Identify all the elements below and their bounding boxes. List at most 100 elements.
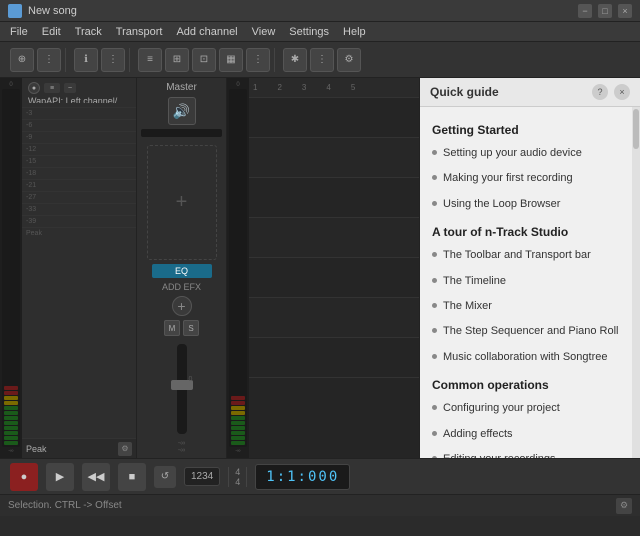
section-getting-started: Getting Started <box>432 123 620 137</box>
time-sig-num: 4 <box>235 467 240 477</box>
track-labels: ● ≡ ~ WapAPI: Left channel/WackPl... -3 … <box>22 78 137 458</box>
bullet-recording <box>432 175 437 180</box>
maximize-button[interactable]: □ <box>598 4 612 18</box>
stop-button[interactable]: ■ <box>118 463 146 491</box>
toolbar-group-3: ≡ ⊞ ⊡ ▦ ⋮ <box>134 48 275 72</box>
bullet-loop <box>432 201 437 206</box>
window-title: New song <box>28 5 77 17</box>
guide-item-mixer[interactable]: The Mixer <box>432 294 620 319</box>
guide-item-toolbar[interactable]: The Toolbar and Transport bar <box>432 243 620 268</box>
close-button[interactable]: × <box>618 4 632 18</box>
record-button[interactable]: ● <box>10 463 38 491</box>
loop-button[interactable]: ↺ <box>154 466 176 488</box>
guide-item-editing[interactable]: Editing your recordings <box>432 447 620 458</box>
zero-mark: 0 <box>189 376 193 383</box>
guide-text-timeline: The Timeline <box>443 274 506 289</box>
bullet-effects <box>432 431 437 436</box>
menu-settings[interactable]: Settings <box>283 24 335 40</box>
peak-value: -∞ <box>178 440 185 447</box>
peak-row: Peak ⚙ <box>22 438 136 458</box>
toolbar-more-btn[interactable]: ⋮ <box>37 48 61 72</box>
bullet-songtree <box>432 354 437 359</box>
track-name: WapAPI: Left channel/WackPl... <box>28 96 130 103</box>
guide-text-loop: Using the Loop Browser <box>443 197 560 212</box>
menu-add-channel[interactable]: Add channel <box>170 24 243 40</box>
quick-guide-help-btn[interactable]: ? <box>592 84 608 100</box>
toolbar-bar-btn[interactable]: ▦ <box>219 48 243 72</box>
add-track-icon[interactable]: + <box>176 191 188 214</box>
guide-item-recording[interactable]: Making your first recording <box>432 166 620 191</box>
daw-panel: 0 -∞ <box>0 78 420 458</box>
quick-guide-content: Getting Started Setting up your audio de… <box>420 107 632 458</box>
track-menu-btn[interactable]: ≡ <box>44 83 60 93</box>
fader-track: 0 <box>177 344 187 434</box>
time-sig: 4 4 <box>231 467 244 487</box>
title-bar: New song − □ × <box>0 0 640 22</box>
guide-item-audio[interactable]: Setting up your audio device <box>432 141 620 166</box>
tempo-display[interactable]: 1234 <box>184 467 220 486</box>
record-arm-btn[interactable]: ● <box>28 82 40 94</box>
toolbar-move-btn[interactable]: ⊕ <box>10 48 34 72</box>
play-button[interactable]: ▶ <box>46 463 74 491</box>
toolbar-grid-btn[interactable]: ⊞ <box>165 48 189 72</box>
eq-button[interactable]: EQ <box>152 264 212 278</box>
toolbar-info-btn[interactable]: ℹ <box>74 48 98 72</box>
mute-button[interactable]: M <box>164 320 180 336</box>
menu-file[interactable]: File <box>4 24 34 40</box>
menu-edit[interactable]: Edit <box>36 24 67 40</box>
right-level-meters: 0 -∞ <box>227 78 249 458</box>
toolbar-wave-btn[interactable]: ⊡ <box>192 48 216 72</box>
toolbar: ⊕ ⋮ ℹ ⋮ ≡ ⊞ ⊡ ▦ ⋮ ✱ ⋮ ⚙ <box>0 42 640 78</box>
toolbar-list-btn[interactable]: ≡ <box>138 48 162 72</box>
guide-scrollbar-thumb[interactable] <box>633 109 639 149</box>
rewind-button[interactable]: ◀◀ <box>82 463 110 491</box>
guide-item-timeline[interactable]: The Timeline <box>432 269 620 294</box>
toolbar-group-4: ✱ ⋮ ⚙ <box>279 48 365 72</box>
menu-track[interactable]: Track <box>69 24 108 40</box>
time-sig-display: 4 4 <box>228 467 247 487</box>
speaker-icon[interactable]: 🔊 <box>168 97 196 125</box>
app-icon <box>8 4 22 18</box>
master-label: Master <box>166 82 197 93</box>
title-bar-left: New song <box>8 4 77 18</box>
minimize-button[interactable]: − <box>578 4 592 18</box>
status-settings-icon[interactable]: ⚙ <box>616 498 632 514</box>
time-display[interactable]: 1:1:000 <box>255 464 350 490</box>
section-tour: A tour of n-Track Studio <box>432 225 620 239</box>
guide-item-loop[interactable]: Using the Loop Browser <box>432 192 620 217</box>
add-efx-button[interactable]: ADD EFX <box>162 282 201 292</box>
menu-bar: File Edit Track Transport Add channel Vi… <box>0 22 640 42</box>
quick-guide-header-icons: ? × <box>592 84 630 100</box>
add-channel-button[interactable]: + <box>172 296 192 316</box>
bullet-editing <box>432 456 437 458</box>
peak-value-2: -∞ <box>178 447 185 454</box>
timeline-ruler: 1 2 3 4 5 <box>249 78 419 98</box>
menu-view[interactable]: View <box>246 24 282 40</box>
peak-settings-btn[interactable]: ⚙ <box>118 442 132 456</box>
guide-text-editing: Editing your recordings <box>443 452 556 458</box>
guide-item-songtree[interactable]: Music collaboration with Songtree <box>432 345 620 370</box>
empty-track-area: + <box>147 145 217 260</box>
bullet-mixer <box>432 303 437 308</box>
guide-text-songtree: Music collaboration with Songtree <box>443 350 607 365</box>
title-bar-controls[interactable]: − □ × <box>578 4 632 18</box>
menu-help[interactable]: Help <box>337 24 372 40</box>
quick-guide-panel: Quick guide ? × Getting Started Setting … <box>420 78 640 458</box>
guide-item-effects[interactable]: Adding effects <box>432 422 620 447</box>
solo-button[interactable]: S <box>183 320 199 336</box>
quick-guide-close-btn[interactable]: × <box>614 84 630 100</box>
toolbar-more-btn-2[interactable]: ⋮ <box>101 48 125 72</box>
toolbar-group-1: ⊕ ⋮ <box>6 48 66 72</box>
toolbar-more-btn-3[interactable]: ⋮ <box>246 48 270 72</box>
guide-item-sequencer[interactable]: The Step Sequencer and Piano Roll <box>432 319 620 344</box>
toolbar-dots-btn[interactable]: ⋮ <box>310 48 334 72</box>
menu-transport[interactable]: Transport <box>110 24 169 40</box>
left-level-meters: 0 -∞ <box>0 78 22 458</box>
guide-text-audio: Setting up your audio device <box>443 146 582 161</box>
track-wave-btn[interactable]: ~ <box>64 83 76 93</box>
status-bar: Selection. CTRL -> Offset ⚙ <box>0 494 640 516</box>
toolbar-settings-btn[interactable]: ⚙ <box>337 48 361 72</box>
toolbar-star-btn[interactable]: ✱ <box>283 48 307 72</box>
transport-bar: ● ▶ ◀◀ ■ ↺ 1234 4 4 1:1:000 <box>0 458 640 494</box>
guide-item-project[interactable]: Configuring your project <box>432 396 620 421</box>
